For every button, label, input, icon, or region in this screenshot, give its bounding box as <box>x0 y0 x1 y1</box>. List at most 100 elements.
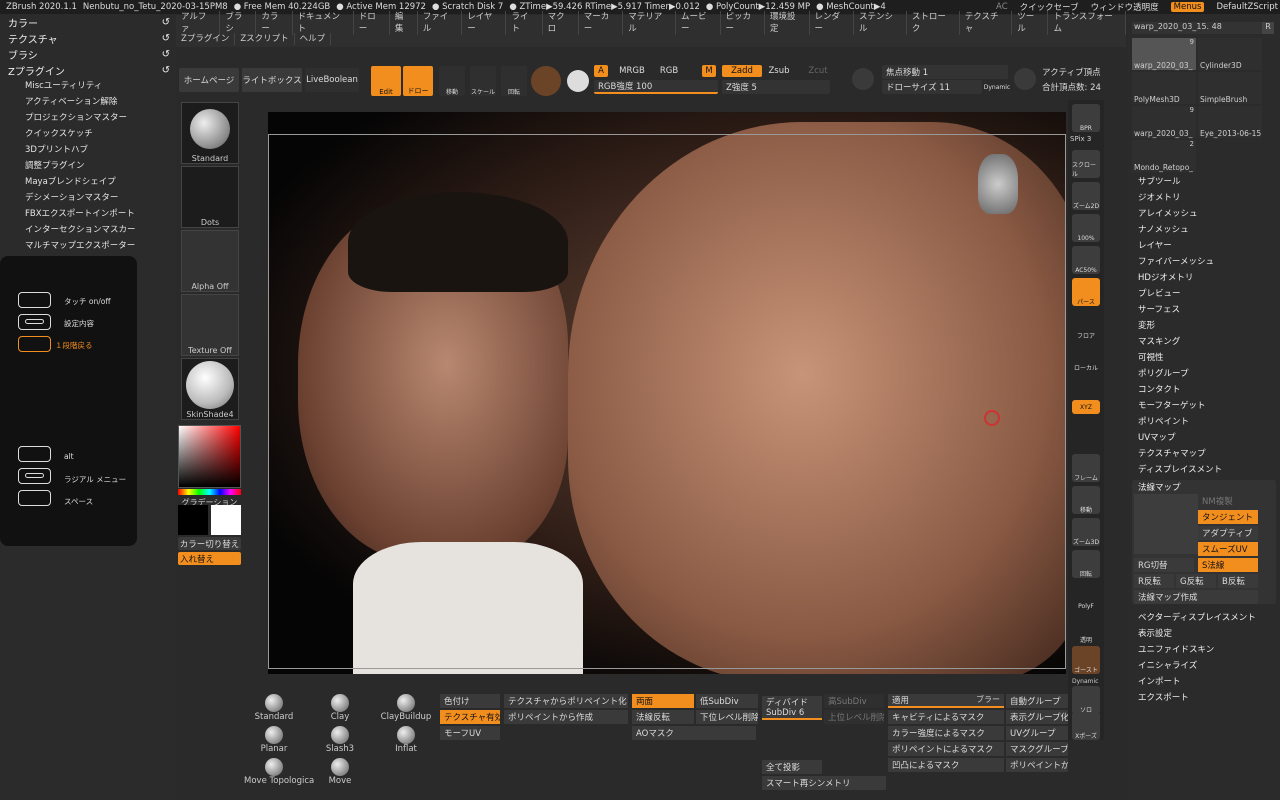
tool-menu-item[interactable]: ポリグループ <box>1128 366 1280 382</box>
hue-strip[interactable] <box>178 489 241 495</box>
tool-menu-item[interactable]: ポリペイント <box>1128 414 1280 430</box>
lower-subdiv-button[interactable]: 低SubDiv <box>696 694 758 708</box>
undo-button[interactable] <box>18 336 51 352</box>
tool-menu-item[interactable]: コンタクト <box>1128 382 1280 398</box>
tool-menu-item[interactable]: ベクターディスプレイスメント <box>1128 610 1280 626</box>
liveboolean-button[interactable]: LiveBoolean <box>305 68 359 92</box>
zplugin-item[interactable]: インターセクションマスカー <box>0 222 176 238</box>
floor-button[interactable]: フロア <box>1072 312 1100 340</box>
menu-item[interactable]: ムービー <box>676 11 721 35</box>
edit-button[interactable]: Edit <box>371 66 401 96</box>
tool-thumbnail[interactable]: warp_2020_03_ 9 <box>1132 38 1196 70</box>
normal-map-thumbnail[interactable] <box>1134 494 1198 554</box>
ac50-button[interactable]: AC50% <box>1072 246 1100 274</box>
mrgb-button[interactable]: MRGB <box>612 65 652 77</box>
left-tray-header[interactable]: カラー ↺ <box>0 14 176 30</box>
menu-item[interactable]: ヘルプ <box>295 33 332 45</box>
nm-copy-button[interactable]: NM複製 <box>1198 494 1258 508</box>
menu-item[interactable]: ドロー <box>354 11 390 35</box>
tool-menu-item[interactable]: イニシャライズ <box>1128 658 1280 674</box>
zoom2d-button[interactable]: ズーム2D <box>1072 182 1100 210</box>
frame-button[interactable]: フレーム <box>1072 454 1100 482</box>
uv-groups-button[interactable]: UVグループ <box>1006 726 1068 740</box>
subdiv-slider[interactable]: SubDiv 6 <box>762 708 822 720</box>
menu-item[interactable]: マーカー <box>579 11 624 35</box>
stroke-thumbnail[interactable]: Dots <box>181 166 239 228</box>
project-all-button[interactable]: 全て投影 <box>762 760 822 774</box>
tool-menu-item[interactable]: サブツール <box>1128 174 1280 190</box>
zcut-button[interactable]: Zcut <box>806 65 830 77</box>
rgb-strength-slider[interactable]: RGB強度 100 <box>594 80 718 94</box>
delete-higher-button[interactable]: 上位レベル削除 <box>824 710 884 724</box>
bpr-button[interactable]: BPR <box>1072 104 1100 132</box>
left-tray-header[interactable]: ブラシ ↺ <box>0 46 176 62</box>
radial-menu-button[interactable] <box>18 468 51 484</box>
menu-item[interactable]: マテリアル <box>623 11 676 35</box>
material-thumbnail[interactable]: SkinShade4 <box>181 358 239 420</box>
menu-item[interactable]: ファイル <box>418 11 463 35</box>
zplugin-item[interactable]: デシメーションマスター <box>0 190 176 206</box>
tool-menu-item[interactable]: ジオメトリ <box>1128 190 1280 206</box>
menu-item[interactable]: テクスチャ <box>960 11 1013 35</box>
higher-subdiv-button[interactable]: 高SubDiv <box>824 694 884 708</box>
move-mode-button[interactable]: 移動 <box>439 66 465 96</box>
scale-mode-button[interactable]: スケール <box>470 66 496 96</box>
from-polypaint-button[interactable]: ポリペイントから作成 <box>504 710 628 724</box>
s-normal-button[interactable]: S法線 <box>1198 558 1258 572</box>
default-zscript-button[interactable]: DefaultZScript <box>1216 2 1278 12</box>
brush-tool[interactable]: Move Topologica <box>244 758 314 788</box>
a-button[interactable]: A <box>594 65 608 77</box>
zsub-button[interactable]: Zsub <box>764 65 794 77</box>
spix-label[interactable]: SPix 3 <box>1070 135 1091 143</box>
r-button[interactable]: R <box>1262 22 1274 34</box>
zplugin-item[interactable]: 調整プラグイン <box>0 158 176 174</box>
brush-tool[interactable]: Clay <box>310 694 370 724</box>
tool-menu-item[interactable]: マスキング <box>1128 334 1280 350</box>
tool-name-slider[interactable]: warp_2020_03_15. 48 <box>1132 22 1262 34</box>
menu-item[interactable]: ツール <box>1012 11 1049 35</box>
polypaint-to-group-button[interactable]: ポリペイントから <box>1006 758 1068 772</box>
texture-thumbnail[interactable]: Texture Off <box>181 294 239 356</box>
tool-thumbnail[interactable]: Mondo_Retopo_ 2 <box>1132 140 1196 172</box>
ao-mask-button[interactable]: AOマスク <box>632 726 756 740</box>
texture-on-button[interactable]: テクスチャ有効 <box>440 710 500 724</box>
brush-tool[interactable]: Move <box>310 758 370 788</box>
menu-item[interactable]: アルファ <box>176 11 221 35</box>
left-tray-header[interactable]: テクスチャ ↺ <box>0 30 176 46</box>
tool-menu-item[interactable]: HDジオメトリ <box>1128 270 1280 286</box>
brush-tool[interactable]: Inflat <box>376 726 436 756</box>
zplugin-item[interactable]: FBXエクスポートインポート <box>0 206 176 222</box>
tool-thumbnail[interactable]: PolyMesh3D <box>1132 72 1196 104</box>
tool-menu-item[interactable]: 可視性 <box>1128 350 1280 366</box>
create-normal-map-button[interactable]: 法線マップ作成 <box>1134 590 1258 604</box>
zplugin-item[interactable]: マルチマップエクスポーター <box>0 238 176 254</box>
g-flip-button[interactable]: G反転 <box>1176 574 1216 588</box>
z-strength-slider[interactable]: Z強度 5 <box>722 80 830 94</box>
mask-to-group-button[interactable]: マスクグループ化 <box>1006 742 1068 756</box>
tool-menu-item[interactable]: モーフターゲット <box>1128 398 1280 414</box>
tool-menu-item[interactable]: アレイメッシュ <box>1128 206 1280 222</box>
xyz-button[interactable]: XYZ <box>1072 400 1100 414</box>
brush-tool[interactable]: Planar <box>244 726 304 756</box>
space-button[interactable] <box>18 490 51 506</box>
menu-item[interactable]: ブラシ <box>220 11 257 35</box>
touch-toggle-button[interactable] <box>18 292 51 308</box>
menu-item[interactable]: Zスクリプト <box>235 33 295 45</box>
canvas-viewport[interactable] <box>268 112 1066 674</box>
navigation-head-icon[interactable] <box>978 154 1018 214</box>
tool-menu-item[interactable]: ファイバーメッシュ <box>1128 254 1280 270</box>
ghost-button[interactable]: ゴースト <box>1072 646 1100 674</box>
tool-menu-item[interactable]: ユニファイドスキン <box>1128 642 1280 658</box>
secondary-color-swatch[interactable] <box>211 505 241 535</box>
focal-shift-icon[interactable] <box>852 68 874 90</box>
draw-size-slider[interactable]: ドローサイズ 11 <box>882 80 982 94</box>
menu-item[interactable]: トランスフォーム <box>1048 11 1126 35</box>
auto-groups-button[interactable]: 自動グループ <box>1006 694 1068 708</box>
zplugin-item[interactable]: Miscユーティリティ <box>0 78 176 94</box>
zadd-button[interactable]: Zadd <box>722 65 762 77</box>
draw-button[interactable]: ドロー <box>403 66 433 96</box>
tool-menu-item[interactable]: レイヤー <box>1128 238 1280 254</box>
adaptive-button[interactable]: アダプティブ <box>1198 526 1258 540</box>
tool-thumbnail[interactable]: warp_2020_03_ 9 <box>1132 106 1196 138</box>
m-button[interactable]: M <box>702 65 716 77</box>
